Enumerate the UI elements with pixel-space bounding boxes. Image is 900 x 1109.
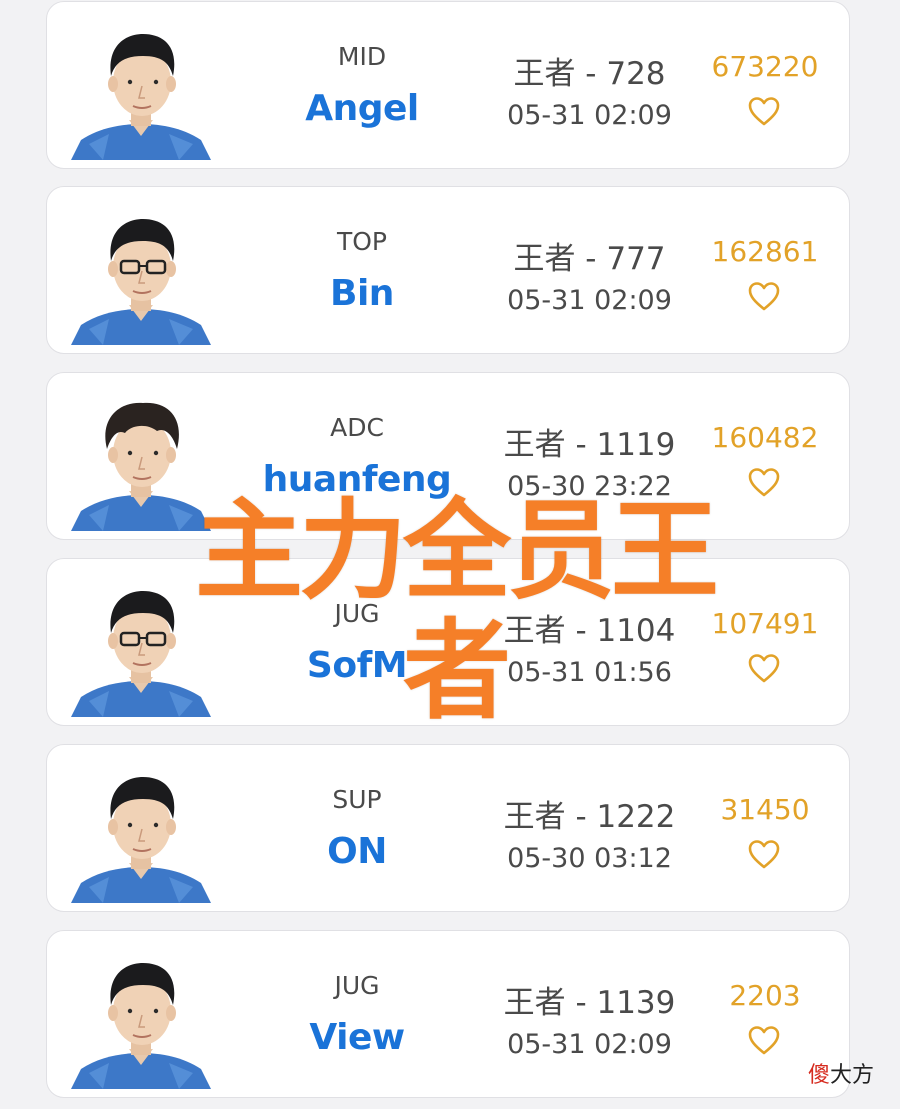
player-rank: 王者 - 1139	[503, 985, 676, 1021]
player-avatar	[69, 201, 213, 345]
watermark-black-part: 大方	[830, 1063, 875, 1088]
heart-outline-icon[interactable]	[747, 1024, 781, 1056]
heart-outline-icon[interactable]	[747, 280, 781, 312]
player-name[interactable]: View	[257, 1017, 457, 1058]
player-avatar	[69, 759, 213, 903]
player-rank: 王者 - 777	[513, 241, 666, 277]
player-timestamp: 05-31 02:09	[507, 100, 672, 131]
player-position: JUG	[334, 971, 380, 1000]
player-avatar	[69, 16, 213, 160]
player-timestamp: 05-30 03:12	[507, 843, 672, 874]
player-rank: 王者 - 1119	[503, 427, 676, 463]
player-position: ADC	[330, 413, 384, 442]
likes-count: 162861	[711, 235, 819, 268]
heart-outline-icon[interactable]	[747, 652, 781, 684]
likes-count: 2203	[729, 979, 801, 1012]
watermark: 傻大方	[808, 1057, 874, 1089]
player-position: TOP	[336, 227, 388, 256]
player-name[interactable]: Bin	[262, 273, 462, 314]
player-timestamp: 05-31 02:09	[507, 285, 672, 316]
heart-outline-icon[interactable]	[747, 838, 781, 870]
likes-count: 673220	[711, 50, 819, 83]
player-card-view[interactable]: JUG View 王者 - 1139 05-31 02:09 2203	[46, 930, 850, 1098]
player-list-page: MID Angel 王者 - 728 05-31 02:09 673220 TO…	[0, 0, 900, 1109]
likes-count: 160482	[711, 421, 819, 454]
player-card-angel[interactable]: MID Angel 王者 - 728 05-31 02:09 673220	[46, 1, 850, 169]
player-name[interactable]: ON	[257, 831, 457, 872]
player-position: MID	[337, 42, 387, 71]
heart-outline-icon[interactable]	[747, 95, 781, 127]
player-rank: 王者 - 1222	[503, 799, 676, 835]
player-card-on[interactable]: SUP ON 王者 - 1222 05-30 03:12 31450	[46, 744, 850, 912]
player-card-bin[interactable]: TOP Bin 王者 - 777 05-31 02:09 162861	[46, 186, 850, 354]
player-rank: 王者 - 728	[513, 56, 666, 92]
watermark-red-part: 傻	[808, 1063, 831, 1088]
likes-count: 31450	[720, 793, 810, 826]
overlay-banner-text: 主力全员王者	[194, 489, 719, 734]
player-avatar	[69, 945, 213, 1089]
player-position: SUP	[332, 785, 382, 814]
player-timestamp: 05-31 02:09	[507, 1029, 672, 1060]
player-name[interactable]: Angel	[262, 88, 462, 129]
